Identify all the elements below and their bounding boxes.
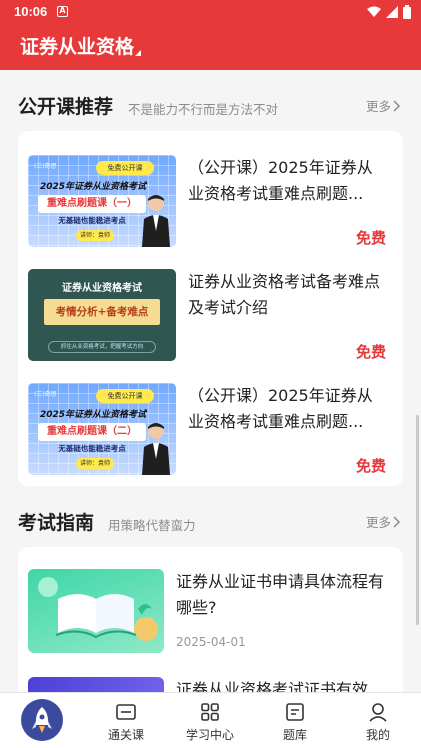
thumb-lecturer: 讲师：袁帅: [76, 458, 114, 469]
course-title: 证券从业资格考试备考难点及考试介绍: [188, 272, 381, 317]
nav-label: 学习中心: [185, 728, 234, 742]
thumb-line1: 证券从业资格考试: [62, 283, 142, 294]
more-label: 更多: [365, 515, 391, 530]
exam-guide-heading: 考试指南: [18, 512, 95, 534]
open-book-illustration: [38, 577, 158, 641]
guide-date: 2025-04-01: [176, 635, 246, 649]
thumb-band: 考情分析+备考难点: [44, 299, 160, 325]
nav-item-profile[interactable]: 我的: [343, 701, 413, 743]
course-price: 免费: [355, 229, 386, 247]
open-courses-subheading: 不是能力不行而是方法不对: [128, 102, 279, 117]
course-item[interactable]: (三)奇思 免费公开课 2025年证券从业资格考试 重难点刷题课（二） 无基础也…: [28, 383, 398, 477]
exam-guide-header: 考试指南 用策略代替蛮力 更多: [0, 508, 421, 538]
course-item[interactable]: (三)奇思 免费公开课 2025年证券从业资格考试 重难点刷题课（一） 无基础也…: [28, 155, 398, 249]
rocket-icon: [32, 707, 52, 733]
exam-guide-subheading: 用策略代替蛮力: [108, 518, 196, 533]
thumb-line2: 无基础也能稳进考点: [58, 216, 126, 225]
bottom-nav: 通关课 学习中心 题库 我的: [0, 692, 421, 748]
open-courses-header: 公开课推荐 不是能力不行而是方法不对 更多: [0, 92, 421, 122]
thumb-band: 重难点刷题课（二）: [38, 423, 146, 441]
thumb-line1: 2025年证券从业资格考试: [39, 410, 147, 420]
guide-item[interactable]: 证券从业证书申请具体流程有哪些? 2025-04-01: [28, 569, 398, 659]
course-price: 免费: [355, 457, 386, 475]
status-icons: [367, 5, 411, 19]
status-time: 10:06: [14, 4, 48, 19]
lecturer-illustration: [142, 423, 170, 475]
thumb-badge: 免费公开课: [96, 161, 154, 175]
course-item[interactable]: 证券从业资格考试 考情分析+备考难点 抓住从业资格考试，把握考试方向 证券从业资…: [28, 269, 398, 363]
nav-item-question-bank[interactable]: 题库: [260, 701, 330, 743]
app-bar: 证券从业资格: [0, 24, 421, 70]
thumb-band: 重难点刷题课（一）: [38, 195, 146, 213]
wifi-icon: [367, 6, 381, 17]
course-title: （公开课）2025年证券从业资格考试重难点刷题...: [188, 386, 373, 431]
nav-label: 我的: [365, 728, 390, 742]
open-courses-more-link[interactable]: 更多: [366, 96, 401, 115]
notification-app-icon: A: [57, 6, 68, 17]
signal-icon: [386, 6, 398, 18]
grid-icon: [201, 703, 219, 721]
course-card-icon: [116, 704, 136, 720]
thumb-line1: 2025年证券从业资格考试: [39, 182, 147, 192]
course-thumbnail: (三)奇思 免费公开课 2025年证券从业资格考试 重难点刷题课（二） 无基础也…: [28, 383, 176, 475]
thumb-tag: (三)奇思: [34, 391, 57, 398]
exam-guide-card: 证券从业证书申请具体流程有哪些? 2025-04-01 证券从业资格考试证书有效: [18, 547, 403, 707]
thumb-lecturer: 讲师：袁帅: [76, 230, 114, 241]
course-thumbnail: 证券从业资格考试 考情分析+备考难点 抓住从业资格考试，把握考试方向: [28, 269, 176, 361]
thumb-line3: 抓住从业资格考试，把握考试方向: [48, 341, 156, 353]
battery-icon: [403, 5, 411, 19]
app-title[interactable]: 证券从业资格: [20, 32, 134, 59]
thumb-badge: 免费公开课: [96, 389, 154, 403]
status-bar: 10:06 A: [0, 0, 421, 24]
guide-title: 证券从业证书申请具体流程有哪些?: [176, 572, 385, 617]
course-price: 免费: [355, 343, 386, 361]
nav-label: 题库: [282, 728, 307, 742]
question-bank-icon: [286, 703, 304, 721]
more-label: 更多: [365, 99, 391, 114]
scrollbar[interactable]: [416, 415, 419, 625]
exam-guide-more-link[interactable]: 更多: [366, 512, 401, 531]
thumb-tag: (三)奇思: [34, 163, 57, 170]
nav-label: 通关课: [107, 728, 144, 742]
nav-item-learning-center[interactable]: 学习中心: [175, 701, 245, 743]
nav-item-pass-course[interactable]: 通关课: [91, 701, 161, 743]
chevron-right-icon: [393, 515, 401, 528]
guide-thumbnail: [28, 569, 164, 653]
thumb-line2: 无基础也能稳进考点: [58, 444, 126, 453]
open-courses-heading: 公开课推荐: [18, 96, 114, 118]
open-courses-card: (三)奇思 免费公开课 2025年证券从业资格考试 重难点刷题课（一） 无基础也…: [18, 131, 403, 486]
user-icon: [369, 703, 387, 722]
course-title: （公开课）2025年证券从业资格考试重难点刷题...: [188, 158, 373, 203]
home-rocket-button[interactable]: [21, 699, 63, 741]
exam-switch-caret-icon[interactable]: [135, 50, 141, 56]
course-thumbnail: (三)奇思 免费公开课 2025年证券从业资格考试 重难点刷题课（一） 无基础也…: [28, 155, 176, 247]
chevron-right-icon: [393, 99, 401, 112]
lecturer-illustration: [142, 195, 170, 247]
